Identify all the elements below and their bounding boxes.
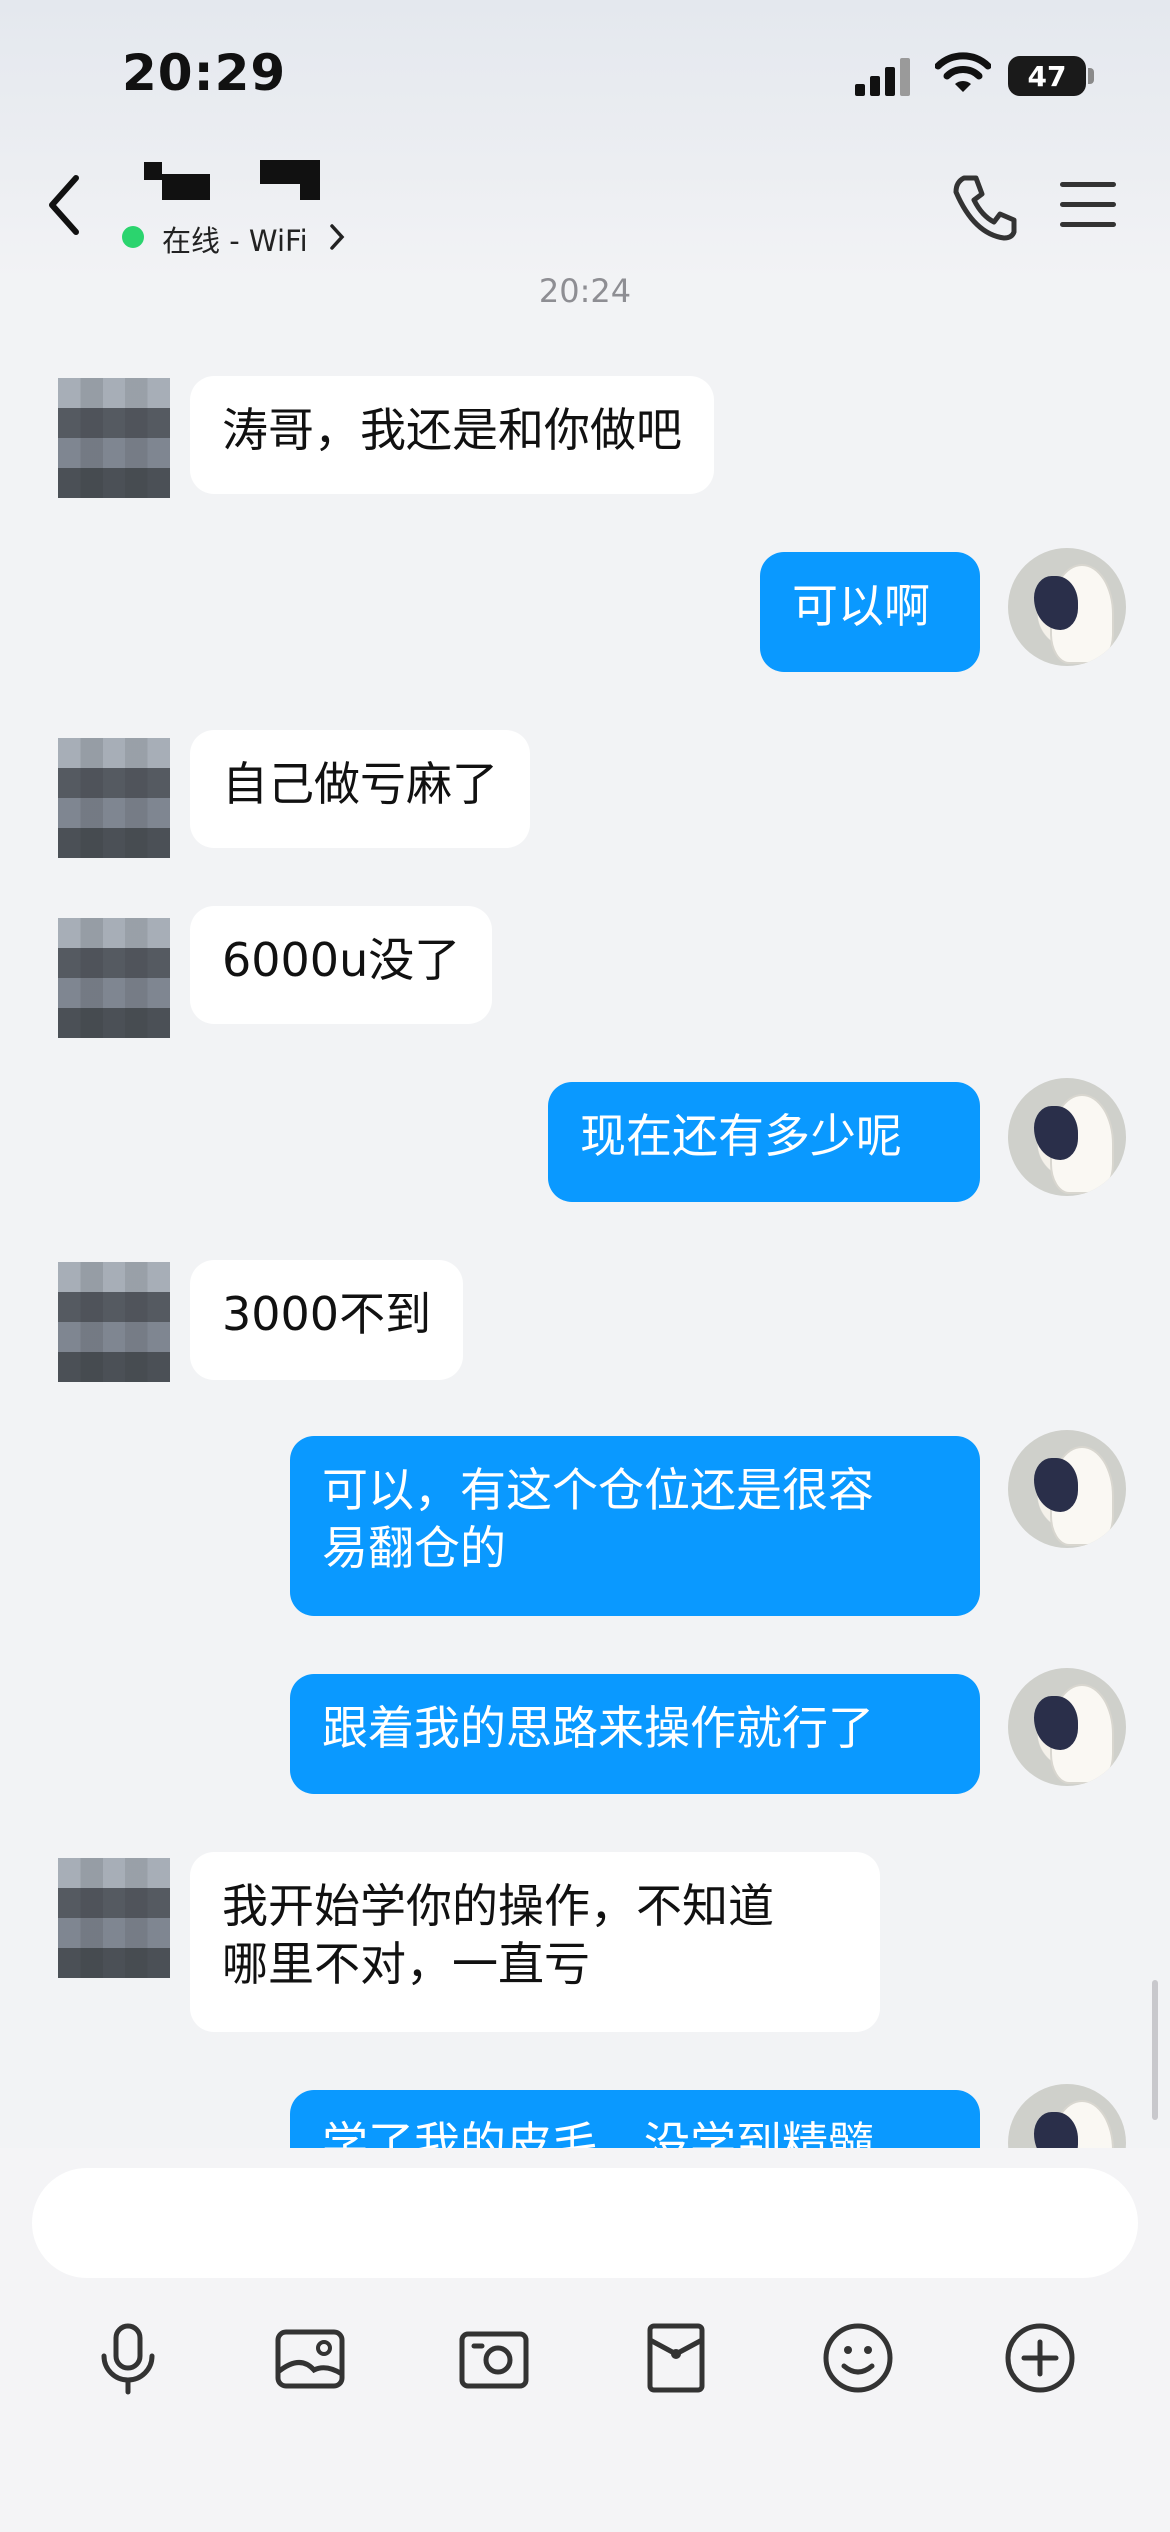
my-avatar[interactable]: [1008, 1430, 1126, 1548]
battery-tip: [1088, 68, 1094, 84]
online-status-dot: [122, 226, 144, 248]
image-icon[interactable]: [270, 2318, 350, 2398]
online-status-text[interactable]: 在线 - WiFi: [162, 218, 308, 260]
my-avatar[interactable]: [1008, 548, 1126, 666]
incoming-message-bubble[interactable]: 自己做亏麻了: [190, 730, 530, 848]
red-packet-icon[interactable]: [636, 2318, 716, 2398]
contact-avatar[interactable]: [58, 1262, 170, 1382]
outgoing-message-bubble[interactable]: 可以啊: [760, 552, 980, 672]
incoming-message-bubble[interactable]: 我开始学你的操作，不知道 哪里不对，一直亏: [190, 1852, 880, 2032]
scrollbar[interactable]: [1152, 1980, 1158, 2120]
my-avatar[interactable]: [1008, 1668, 1126, 1786]
message-text: 跟着我的思路来操作就行了: [322, 1701, 874, 1755]
battery-indicator: 47: [1008, 56, 1086, 96]
my-avatar[interactable]: [1008, 1078, 1126, 1196]
message-text: 现在还有多少呢: [580, 1109, 902, 1163]
plus-icon[interactable]: [1000, 2318, 1080, 2398]
chat-timestamp: 20:24: [538, 272, 632, 310]
outgoing-message-bubble[interactable]: 现在还有多少呢: [548, 1082, 980, 1202]
status-time: 20:29: [122, 44, 287, 102]
message-input[interactable]: [32, 2168, 1138, 2278]
contact-avatar[interactable]: [58, 918, 170, 1038]
emoji-icon[interactable]: [818, 2318, 898, 2398]
message-text: 6000u没了: [222, 933, 461, 987]
message-text: 自己做亏麻了: [222, 757, 498, 811]
menu-icon[interactable]: [1058, 180, 1118, 230]
incoming-message-bubble[interactable]: 涛哥，我还是和你做吧: [190, 376, 714, 494]
contact-name-redacted[interactable]: [140, 158, 340, 200]
outgoing-message-bubble[interactable]: 跟着我的思路来操作就行了: [290, 1674, 980, 1794]
contact-avatar[interactable]: [58, 738, 170, 858]
back-button[interactable]: [40, 170, 90, 240]
message-text-line: 我开始学你的操作，不知道: [222, 1879, 774, 1933]
microphone-icon[interactable]: [88, 2318, 168, 2398]
contact-avatar[interactable]: [58, 1858, 170, 1978]
incoming-message-bubble[interactable]: 6000u没了: [190, 906, 493, 1024]
incoming-message-bubble[interactable]: 3000不到: [190, 1260, 464, 1380]
message-text: 涛哥，我还是和你做吧: [222, 403, 682, 457]
message-text-line: 哪里不对，一直亏: [222, 1937, 590, 1991]
message-text-line: 可以，有这个仓位还是很容: [322, 1463, 874, 1517]
outgoing-message-bubble[interactable]: 可以，有这个仓位还是很容 易翻仓的: [290, 1436, 980, 1616]
contact-avatar[interactable]: [58, 378, 170, 498]
message-text-line: 易翻仓的: [322, 1521, 506, 1575]
message-text: 3000不到: [222, 1287, 432, 1341]
chevron-right-icon[interactable]: [328, 222, 346, 252]
phone-call-button[interactable]: [950, 172, 1020, 242]
wifi-icon: [935, 52, 991, 92]
cellular-signal-icon: [855, 58, 910, 96]
camera-icon[interactable]: [454, 2318, 534, 2398]
message-text: 可以啊: [792, 579, 930, 633]
